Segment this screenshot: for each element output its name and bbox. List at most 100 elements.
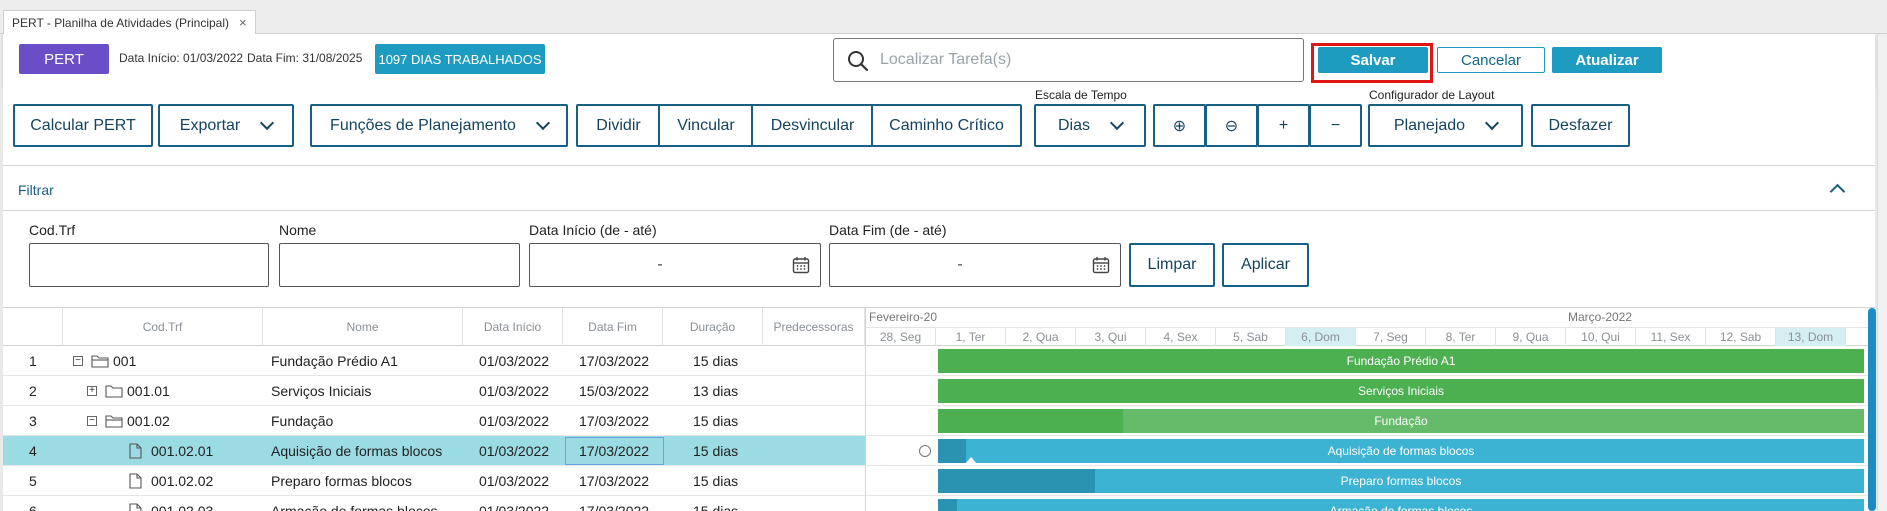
data-fim-label: Data Fim (de - até): [829, 222, 947, 238]
vincular-button[interactable]: Vincular: [658, 104, 754, 147]
gantt-row-divider: [866, 465, 1876, 466]
plus-icon: +: [1278, 116, 1289, 134]
pert-badge: PERT: [19, 44, 109, 74]
window-scrollbar[interactable]: [1877, 34, 1887, 511]
data-fim-cell: 17/03/2022: [579, 473, 650, 489]
configurador-layout-select[interactable]: Planejado: [1368, 104, 1523, 147]
exportar-label: Exportar: [179, 116, 241, 134]
data-fim-cell: 15/03/2022: [579, 383, 650, 399]
calcular-pert-button[interactable]: Calcular PERT: [13, 104, 153, 147]
row-number: 1: [29, 353, 37, 369]
table-row[interactable]: 3 − 001.02 Fundação 01/03/2022 17/03/2022 15 d…: [3, 406, 865, 436]
atualizar-button[interactable]: Atualizar: [1552, 47, 1662, 73]
folder-open-icon: [91, 355, 109, 368]
gantt-bar[interactable]: Preparo formas blocos: [938, 469, 1864, 493]
zoom-in-button[interactable]: ⊕: [1153, 104, 1206, 147]
progress-handle-icon[interactable]: [965, 457, 977, 464]
data-fim-range-input[interactable]: -: [829, 243, 1121, 287]
gantt-day-label: 5, Sab: [1216, 328, 1286, 346]
row-number: 5: [29, 473, 37, 489]
table-row[interactable]: 6 001.02.03 Armação de formas blocos 01/03/…: [3, 496, 865, 511]
gantt-day-header: 28, Seg 1, Ter 2, Qua 3, Qui 4, Sex 5, Sab 6, …: [866, 327, 1876, 346]
calendar-icon[interactable]: [792, 256, 810, 274]
collapse-icon[interactable]: −: [73, 356, 83, 366]
duracao-cell: 15 dias: [693, 443, 739, 459]
data-inicio-cell: 01/03/2022: [479, 413, 550, 429]
gantt-day-label: 12, Sab: [1706, 328, 1776, 346]
escala-value: Dias: [1057, 116, 1090, 134]
tab-pert-planilha[interactable]: PERT - Planilha de Atividades (Principal…: [3, 10, 256, 34]
gantt-day-label: 3, Qui: [1076, 328, 1146, 346]
collapse-icon[interactable]: −: [87, 416, 97, 426]
link-handle-icon[interactable]: [919, 445, 931, 457]
data-inicio-cell: 01/03/2022: [479, 353, 550, 369]
file-icon: [129, 473, 142, 489]
nome-cell: Armação de formas blocos: [271, 503, 438, 511]
gantt-bar[interactable]: Serviços Iniciais: [938, 379, 1864, 403]
escala-tempo-select[interactable]: Dias: [1034, 104, 1146, 147]
cod-trf-label: Cod.Trf: [29, 222, 76, 238]
gantt-day-label: 28, Seg: [866, 328, 936, 346]
cancelar-button[interactable]: Cancelar: [1437, 47, 1545, 73]
collapse-button[interactable]: −: [1309, 104, 1362, 147]
nome-cell: Aquisição de formas blocos: [271, 443, 443, 459]
exportar-dropdown[interactable]: Exportar: [158, 104, 294, 147]
gantt-day-label: 9, Qua: [1496, 328, 1566, 346]
salvar-highlight: [1311, 43, 1433, 83]
chevron-up-icon[interactable]: [1829, 183, 1846, 200]
filter-title[interactable]: Filtrar: [18, 182, 54, 198]
duracao-cell: 15 dias: [693, 353, 739, 369]
file-icon: [129, 443, 142, 459]
search-box: [833, 38, 1304, 82]
data-inicio-range-input[interactable]: -: [529, 243, 821, 287]
close-icon[interactable]: ×: [239, 12, 247, 34]
gantt-day-label: 11, Sex: [1636, 328, 1706, 346]
limpar-button[interactable]: Limpar: [1129, 243, 1215, 287]
gantt-month-current: Março-2022: [1568, 310, 1633, 324]
gantt-scrollbar[interactable]: [1868, 308, 1876, 511]
col-header-duracao[interactable]: Duração: [663, 308, 763, 346]
folder-icon: [105, 385, 123, 398]
gantt-row-divider: [866, 495, 1876, 496]
desvincular-button[interactable]: Desvincular: [751, 104, 874, 147]
gantt-bar[interactable]: Aquisição de formas blocos: [938, 439, 1864, 463]
dividir-button[interactable]: Dividir: [576, 104, 661, 147]
col-header-nome[interactable]: Nome: [263, 308, 463, 346]
row-number: 4: [29, 443, 37, 459]
nome-input[interactable]: [279, 243, 520, 287]
aplicar-button[interactable]: Aplicar: [1222, 243, 1309, 287]
gantt-bar[interactable]: Fundação Prédio A1: [938, 349, 1864, 373]
funcoes-planejamento-dropdown[interactable]: Funções de Planejamento: [310, 104, 568, 147]
calendar-icon[interactable]: [1092, 256, 1110, 274]
chevron-down-icon: [260, 115, 275, 130]
table-row[interactable]: 1 − 001 Fundação Prédio A1 01/03/2022 17/03/2…: [3, 346, 865, 376]
table-row[interactable]: 2 +001.01 Serviços Iniciais 01/03/2022 15/03…: [3, 376, 865, 406]
table-row[interactable]: 5 001.02.02 Preparo formas blocos 01/03/202…: [3, 466, 865, 496]
data-inicio-cell: 01/03/2022: [479, 473, 550, 489]
file-icon: [129, 503, 142, 511]
chevron-down-icon: [1485, 115, 1500, 130]
col-header-predecessoras[interactable]: Predecessoras: [763, 308, 865, 346]
expand-icon[interactable]: +: [87, 386, 97, 396]
nome-cell: Fundação Prédio A1: [271, 353, 398, 369]
nome-cell: Serviços Iniciais: [271, 383, 372, 399]
cod-trf-input[interactable]: [29, 243, 269, 287]
col-header-data-fim[interactable]: Data Fim: [563, 308, 663, 346]
expand-button[interactable]: +: [1257, 104, 1310, 147]
filter-divider: [3, 210, 1875, 211]
col-header-cod[interactable]: Cod.Trf: [63, 308, 263, 346]
col-header-data-inicio[interactable]: Data Início: [463, 308, 563, 346]
zoom-out-button[interactable]: ⊖: [1205, 104, 1258, 147]
gantt-day-label: 8, Ter: [1426, 328, 1496, 346]
gantt-bar-progress: [938, 439, 966, 463]
table-row[interactable]: 4 001.02.01 Aquisição de formas blocos 01/0…: [3, 436, 865, 466]
date-range-separator: -: [957, 256, 963, 273]
chevron-down-icon: [535, 115, 551, 130]
caminho-critico-button[interactable]: Caminho Crítico: [871, 104, 1022, 147]
tab-bar: PERT - Planilha de Atividades (Principal…: [0, 0, 1887, 34]
desfazer-button[interactable]: Desfazer: [1531, 104, 1630, 147]
search-input[interactable]: [880, 47, 1290, 73]
gantt-bar[interactable]: Armação de formas blocos: [938, 499, 1864, 511]
gantt-bar[interactable]: Fundação: [938, 409, 1864, 433]
duracao-cell: 15 dias: [693, 503, 739, 511]
